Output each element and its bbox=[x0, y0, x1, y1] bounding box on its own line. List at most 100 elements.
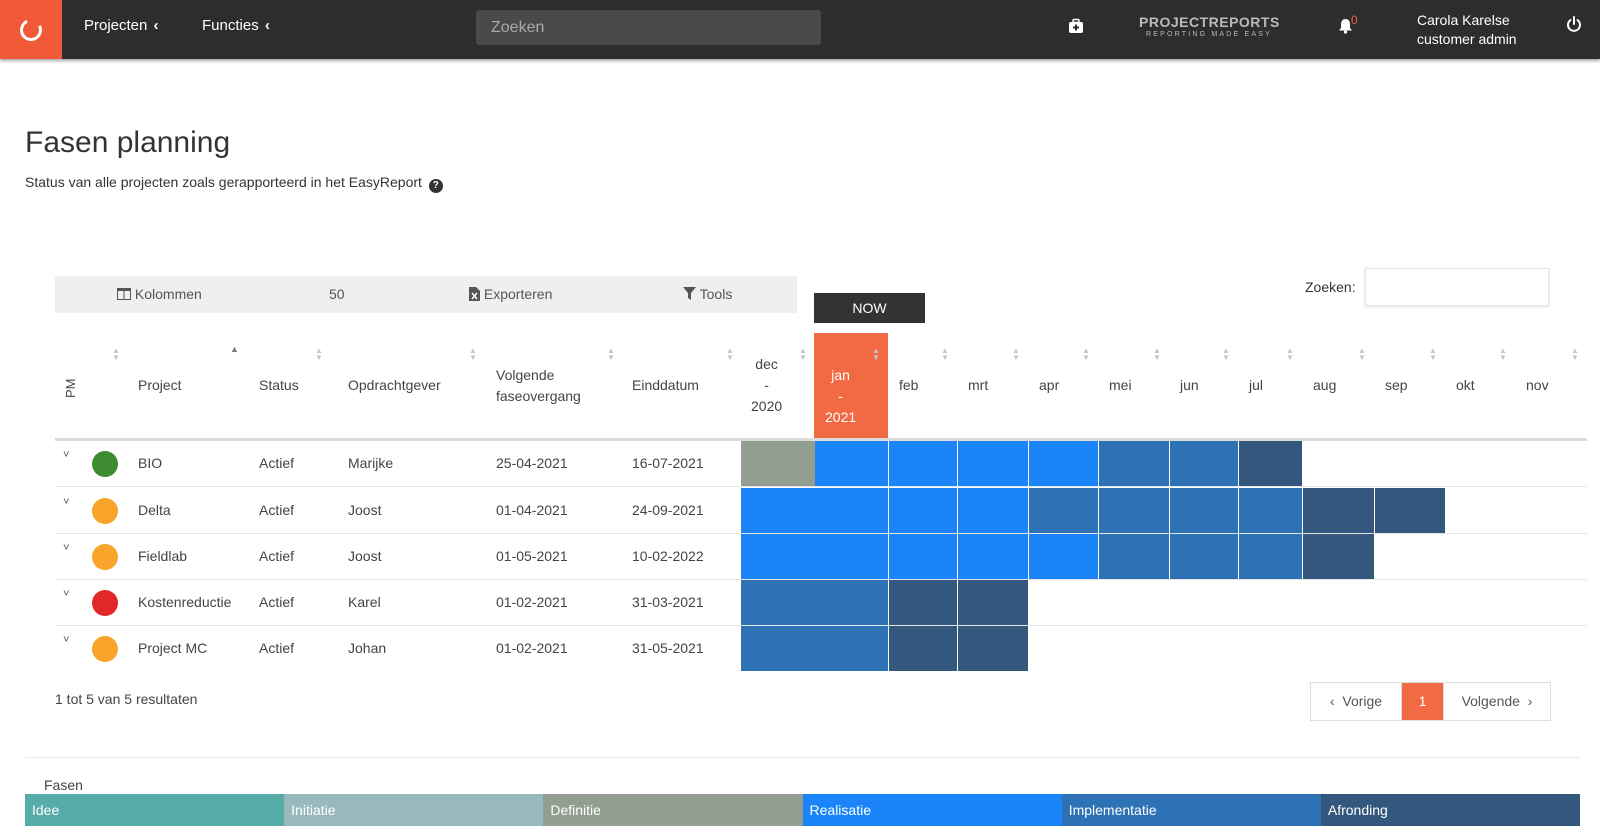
sort-icon[interactable]: ▲ ▼ bbox=[1286, 347, 1294, 362]
chevron-left-icon: ‹ bbox=[1329, 693, 1335, 709]
page-length-button[interactable]: 50 bbox=[329, 276, 345, 313]
sort-icon[interactable]: ▲ ▼ bbox=[607, 347, 615, 362]
global-search-input[interactable] bbox=[476, 10, 821, 45]
pm-status-dot bbox=[92, 451, 118, 477]
nav-projects[interactable]: Projecten ‹ bbox=[84, 0, 159, 52]
tools-label: Tools bbox=[699, 286, 733, 302]
phase-cell bbox=[889, 534, 957, 579]
chevron-left-icon: ‹ bbox=[153, 17, 159, 34]
phase-cell bbox=[815, 626, 888, 671]
notification-count: 0 bbox=[1351, 13, 1358, 27]
phase-cell bbox=[958, 626, 1028, 671]
sort-icon[interactable]: ▲ ▼ bbox=[112, 347, 120, 362]
end-date-cell: 24-09-2021 bbox=[632, 502, 704, 518]
power-icon[interactable] bbox=[1566, 16, 1582, 37]
table-search-input[interactable] bbox=[1365, 268, 1549, 306]
month-header[interactable]: aug bbox=[1313, 375, 1336, 396]
month-header[interactable]: feb bbox=[899, 375, 918, 396]
phase-cell bbox=[1239, 488, 1302, 533]
sort-icon[interactable]: ▲ ▼ bbox=[1571, 347, 1579, 362]
year-label: 2021 bbox=[825, 409, 857, 425]
columns-button[interactable]: Kolommen bbox=[117, 276, 202, 313]
sort-icon[interactable]: ▲ ▼ bbox=[315, 347, 323, 362]
phase-legend-item: Realisatie bbox=[802, 794, 1062, 826]
project-name-cell[interactable]: Kostenreductie bbox=[138, 594, 231, 610]
question-circle-icon[interactable]: ? bbox=[428, 179, 443, 193]
sort-icon[interactable]: ▲ ▼ bbox=[1222, 347, 1230, 362]
client-cell: Joost bbox=[348, 502, 382, 518]
phase-legend-item: Implementatie bbox=[1061, 794, 1321, 826]
month-header[interactable]: apr bbox=[1039, 375, 1059, 396]
next-page-button[interactable]: Volgende › bbox=[1443, 683, 1550, 720]
client-cell: Joost bbox=[348, 548, 382, 564]
sort-icon[interactable]: ▲ ▼ bbox=[1358, 347, 1366, 362]
sort-icon[interactable]: ▲ ▼ bbox=[1499, 347, 1507, 362]
column-header-next-transition[interactable]: Volgende faseovergang bbox=[496, 365, 606, 407]
status-cell: Actief bbox=[259, 594, 295, 610]
app-logo[interactable] bbox=[0, 0, 62, 59]
export-label: Exporteren bbox=[483, 286, 553, 302]
sort-icon[interactable]: ▲ ▼ bbox=[726, 347, 734, 362]
sort-icon[interactable]: ▲ ▼ bbox=[469, 347, 477, 362]
column-header-pm[interactable]: PM bbox=[63, 379, 78, 399]
pm-status-dot bbox=[92, 636, 118, 662]
excel-file-icon bbox=[469, 287, 480, 301]
user-name: Carola Karelse bbox=[1417, 12, 1510, 28]
nav-functions[interactable]: Functies ‹ bbox=[202, 0, 270, 52]
phase-cell bbox=[1099, 534, 1169, 579]
month-header[interactable]: jan - 2021 bbox=[825, 365, 856, 428]
next-transition-cell: 25-04-2021 bbox=[496, 455, 568, 471]
month-header[interactable]: jun bbox=[1180, 375, 1199, 396]
expand-row-toggle[interactable]: ˅ bbox=[63, 634, 69, 646]
project-name-cell[interactable]: Delta bbox=[138, 502, 171, 518]
phase-cell bbox=[958, 580, 1028, 625]
month-header[interactable]: mei bbox=[1109, 375, 1132, 396]
project-name-cell[interactable]: Project MC bbox=[138, 640, 207, 656]
column-header-project[interactable]: Project bbox=[138, 375, 182, 396]
expand-row-toggle[interactable]: ˅ bbox=[63, 496, 69, 508]
phase-cell bbox=[741, 626, 815, 671]
phase-cell bbox=[1170, 488, 1238, 533]
month-header[interactable]: okt bbox=[1456, 375, 1475, 396]
export-button[interactable]: Exporteren bbox=[469, 276, 552, 313]
first-aid-kit-icon[interactable] bbox=[1068, 18, 1084, 38]
month-header[interactable]: mrt bbox=[968, 375, 988, 396]
table-toolbar: Kolommen 50 Exporteren Tools bbox=[55, 276, 797, 313]
column-header-end-date[interactable]: Einddatum bbox=[632, 375, 699, 396]
project-name-cell[interactable]: BIO bbox=[138, 455, 162, 471]
phase-cell bbox=[889, 626, 957, 671]
sort-icon[interactable]: ▲ ▼ bbox=[1153, 347, 1161, 362]
sort-icon[interactable]: ▲ ▼ bbox=[1082, 347, 1090, 362]
month-header[interactable]: sep bbox=[1385, 375, 1408, 396]
user-info[interactable]: Carola Karelse customer admin bbox=[1417, 11, 1517, 49]
expand-row-toggle[interactable]: ˅ bbox=[63, 449, 69, 461]
year-label: 2020 bbox=[751, 398, 783, 414]
tools-button[interactable]: Tools bbox=[683, 276, 732, 313]
phase-cell bbox=[1029, 534, 1098, 579]
month-header[interactable]: dec - 2020 bbox=[751, 354, 782, 417]
sort-icon[interactable]: ▲ ▼ bbox=[941, 347, 949, 362]
previous-page-button[interactable]: ‹ Vorige bbox=[1311, 683, 1402, 720]
expand-row-toggle[interactable]: ˅ bbox=[63, 542, 69, 554]
phase-cell bbox=[815, 580, 888, 625]
top-navbar: Projecten ‹ Functies ‹ PROJECTREPORTS RE… bbox=[0, 0, 1600, 59]
sort-icon[interactable]: ▲ ▼ bbox=[1429, 347, 1437, 362]
chevron-right-icon: › bbox=[1527, 693, 1533, 709]
current-page-button[interactable]: 1 bbox=[1402, 683, 1443, 720]
phase-cell bbox=[741, 580, 815, 625]
sort-icon[interactable]: ▲ ▼ bbox=[799, 347, 807, 362]
sort-asc-icon[interactable]: ▲ bbox=[230, 344, 239, 354]
column-header-client[interactable]: Opdrachtgever bbox=[348, 375, 441, 396]
page-subtitle: Status van alle projecten zoals gerappor… bbox=[25, 174, 443, 193]
chevron-left-icon: ‹ bbox=[264, 17, 270, 34]
column-header-status[interactable]: Status bbox=[259, 375, 299, 396]
month-header[interactable]: jul bbox=[1249, 375, 1263, 396]
project-name-cell[interactable]: Fieldlab bbox=[138, 548, 187, 564]
month-header[interactable]: nov bbox=[1526, 375, 1549, 396]
phase-cell bbox=[741, 441, 815, 486]
sort-icon[interactable]: ▲ ▼ bbox=[872, 347, 880, 362]
sort-icon[interactable]: ▲ ▼ bbox=[1012, 347, 1020, 362]
phase-cell bbox=[958, 488, 1028, 533]
month-label: jan bbox=[831, 367, 850, 383]
expand-row-toggle[interactable]: ˅ bbox=[63, 588, 69, 600]
